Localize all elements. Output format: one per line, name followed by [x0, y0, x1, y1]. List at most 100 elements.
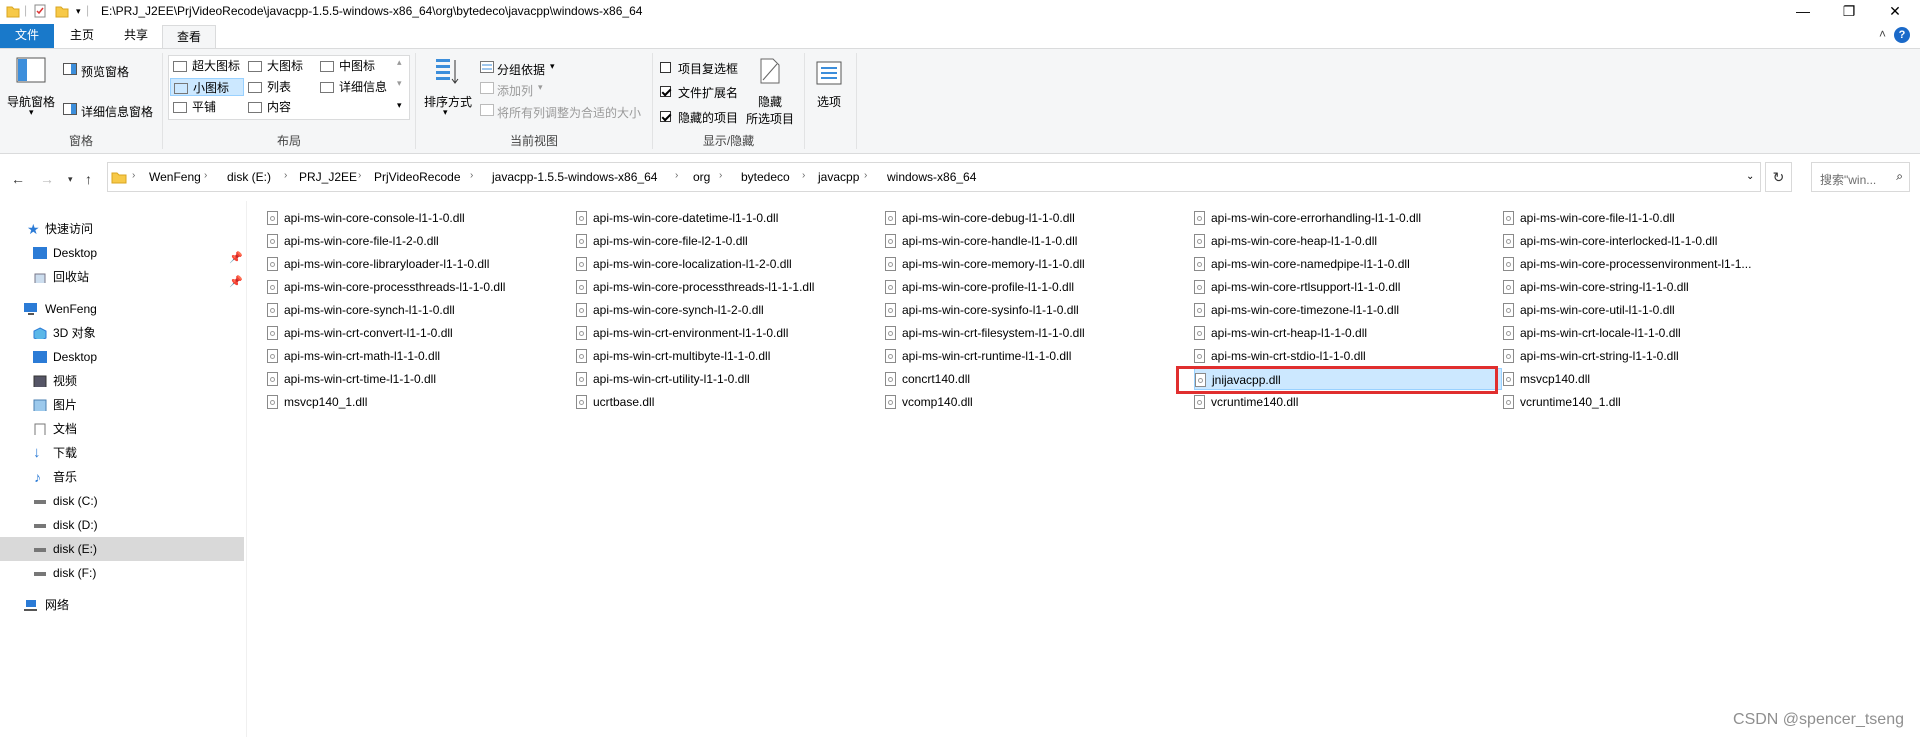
file-item[interactable]: api-ms-win-crt-convert-l1-1-0.dll [267, 322, 567, 344]
nav-item-disk-f[interactable]: disk (F:) [0, 561, 244, 585]
layout-details[interactable]: 详细信息 [320, 78, 387, 96]
file-item[interactable]: api-ms-win-core-timezone-l1-1-0.dll [1194, 299, 1494, 321]
file-item[interactable]: api-ms-win-crt-time-l1-1-0.dll [267, 368, 567, 390]
file-item[interactable]: api-ms-win-core-processenvironment-l1-1.… [1503, 253, 1803, 275]
layout-tiles[interactable]: 平铺 [173, 98, 216, 116]
layout-medium-icons[interactable]: 中图标 [320, 57, 375, 75]
file-item[interactable]: api-ms-win-crt-locale-l1-1-0.dll [1503, 322, 1803, 344]
file-item[interactable]: api-ms-win-core-heap-l1-1-0.dll [1194, 230, 1494, 252]
breadcrumb-item[interactable]: javacpp-1.5.5-windows-x86_64 [492, 170, 657, 184]
breadcrumb-item[interactable]: disk (E:) [227, 170, 271, 184]
gallery-down-icon[interactable]: ▾ [397, 78, 402, 89]
recent-dropdown-icon[interactable]: ▾ [68, 174, 73, 185]
tab-view[interactable]: 查看 [162, 25, 216, 50]
gallery-more-icon[interactable]: ▾ [397, 100, 402, 111]
preview-pane-button[interactable]: 预览窗格 [81, 63, 129, 80]
file-item[interactable]: api-ms-win-core-debug-l1-1-0.dll [885, 207, 1185, 229]
tab-share[interactable]: 共享 [112, 24, 160, 48]
file-item[interactable]: api-ms-win-core-file-l1-1-0.dll [1503, 207, 1803, 229]
file-item[interactable]: api-ms-win-core-memory-l1-1-0.dll [885, 253, 1185, 275]
layout-small-icons[interactable]: 小图标 [170, 78, 244, 96]
new-folder-icon[interactable] [55, 3, 69, 19]
back-arrow-icon[interactable]: ← [11, 171, 25, 187]
nav-pane-dropdown-icon[interactable]: ▾ [29, 107, 34, 118]
up-arrow-icon[interactable]: ↑ [85, 171, 92, 187]
file-item[interactable]: api-ms-win-core-datetime-l1-1-0.dll [576, 207, 876, 229]
hide-selected-label-2[interactable]: 所选项目 [746, 110, 794, 127]
tab-home[interactable]: 主页 [58, 24, 106, 48]
hide-selected-label-1[interactable]: 隐藏 [758, 93, 782, 110]
address-dropdown-icon[interactable]: ⌄ [1746, 171, 1754, 182]
file-item[interactable]: concrt140.dll [885, 368, 1185, 390]
options-button[interactable]: 选项 [817, 93, 841, 110]
file-item[interactable]: api-ms-win-core-string-l1-1-0.dll [1503, 276, 1803, 298]
details-pane-button[interactable]: 详细信息窗格 [81, 103, 153, 120]
nav-item-3d-objects[interactable]: 3D 对象 [0, 321, 244, 345]
file-item[interactable]: api-ms-win-core-profile-l1-1-0.dll [885, 276, 1185, 298]
file-item[interactable]: api-ms-win-core-synch-l1-2-0.dll [576, 299, 876, 321]
group-by-button[interactable]: 分组依据 [497, 61, 545, 78]
search-input[interactable]: 搜索"win... ⌕ [1811, 162, 1910, 192]
nav-item-quick-access[interactable]: ★ 快速访问 [0, 217, 244, 241]
minimize-button[interactable]: — [1780, 0, 1826, 22]
refresh-button[interactable]: ↻ [1765, 162, 1792, 192]
address-bar[interactable]: › WenFeng › disk (E:) › PRJ_J2EE › PrjVi… [107, 162, 1761, 192]
group-by-dropdown-icon[interactable]: ▾ [550, 61, 555, 72]
pin-icon[interactable]: 📌 [229, 270, 243, 294]
file-item[interactable]: api-ms-win-core-namedpipe-l1-1-0.dll [1194, 253, 1494, 275]
file-item[interactable]: api-ms-win-crt-filesystem-l1-1-0.dll [885, 322, 1185, 344]
nav-item-disk-d[interactable]: disk (D:) [0, 513, 244, 537]
file-item[interactable]: api-ms-win-crt-stdio-l1-1-0.dll [1194, 345, 1494, 367]
file-item[interactable]: api-ms-win-core-errorhandling-l1-1-0.dll [1194, 207, 1494, 229]
item-checkboxes-checkbox[interactable] [660, 62, 671, 73]
layout-extra-large-icons[interactable]: 超大图标 [173, 57, 240, 75]
nav-item-qa-desktop[interactable]: Desktop 📌 [0, 241, 244, 265]
file-item[interactable]: api-ms-win-core-sysinfo-l1-1-0.dll [885, 299, 1185, 321]
breadcrumb-item[interactable]: windows-x86_64 [887, 170, 976, 184]
file-extensions-checkbox[interactable] [660, 86, 671, 97]
nav-item-desktop[interactable]: Desktop [0, 345, 244, 369]
nav-item-disk-e[interactable]: disk (E:) [0, 537, 244, 561]
breadcrumb-item[interactable]: PrjVideoRecode [374, 170, 461, 184]
file-item[interactable]: api-ms-win-core-processthreads-l1-1-0.dl… [267, 276, 567, 298]
nav-item-recycle-bin[interactable]: 回收站 📌 [0, 265, 244, 289]
file-item[interactable]: vcomp140.dll [885, 391, 1185, 413]
file-item[interactable]: api-ms-win-core-console-l1-1-0.dll [267, 207, 567, 229]
nav-item-videos[interactable]: 视频 [0, 369, 244, 393]
file-item[interactable]: api-ms-win-crt-runtime-l1-1-0.dll [885, 345, 1185, 367]
nav-item-music[interactable]: ♪ 音乐 [0, 465, 244, 489]
file-item[interactable]: ucrtbase.dll [576, 391, 876, 413]
nav-item-network[interactable]: 网络 [0, 593, 244, 617]
file-item[interactable]: msvcp140_1.dll [267, 391, 567, 413]
file-item[interactable]: msvcp140.dll [1503, 368, 1803, 390]
file-item[interactable]: api-ms-win-core-interlocked-l1-1-0.dll [1503, 230, 1803, 252]
fit-columns-button[interactable]: 将所有列调整为合适的大小 [497, 104, 641, 121]
tab-file[interactable]: 文件 [0, 24, 54, 48]
breadcrumb-item[interactable]: WenFeng [149, 170, 201, 184]
file-item[interactable]: api-ms-win-crt-math-l1-1-0.dll [267, 345, 567, 367]
file-item[interactable]: api-ms-win-core-rtlsupport-l1-1-0.dll [1194, 276, 1494, 298]
add-columns-button[interactable]: 添加列 [497, 82, 533, 99]
nav-item-downloads[interactable]: ↓ 下载 [0, 441, 244, 465]
sort-dropdown-icon[interactable]: ▾ [443, 107, 448, 118]
collapse-ribbon-icon[interactable]: ˄ [1879, 27, 1886, 41]
help-icon[interactable]: ? [1894, 27, 1910, 43]
nav-item-documents[interactable]: 文档 [0, 417, 244, 441]
nav-item-disk-c[interactable]: disk (C:) [0, 489, 244, 513]
breadcrumb-item[interactable]: PRJ_J2EE [299, 170, 357, 184]
breadcrumb-item[interactable]: javacpp [818, 170, 859, 184]
file-item[interactable]: api-ms-win-crt-string-l1-1-0.dll [1503, 345, 1803, 367]
file-item[interactable]: api-ms-win-core-file-l2-1-0.dll [576, 230, 876, 252]
file-item[interactable]: api-ms-win-crt-multibyte-l1-1-0.dll [576, 345, 876, 367]
layout-list[interactable]: 列表 [248, 78, 291, 96]
nav-item-pictures[interactable]: 图片 [0, 393, 244, 417]
file-item[interactable]: api-ms-win-crt-environment-l1-1-0.dll [576, 322, 876, 344]
file-item[interactable]: api-ms-win-core-localization-l1-2-0.dll [576, 253, 876, 275]
nav-item-this-pc[interactable]: WenFeng [0, 297, 244, 321]
gallery-up-icon[interactable]: ▴ [397, 57, 402, 68]
breadcrumb-item[interactable]: org [693, 170, 710, 184]
file-item[interactable]: api-ms-win-core-util-l1-1-0.dll [1503, 299, 1803, 321]
file-item[interactable]: api-ms-win-core-libraryloader-l1-1-0.dll [267, 253, 567, 275]
file-item[interactable]: api-ms-win-crt-heap-l1-1-0.dll [1194, 322, 1494, 344]
layout-content[interactable]: 内容 [248, 98, 291, 116]
